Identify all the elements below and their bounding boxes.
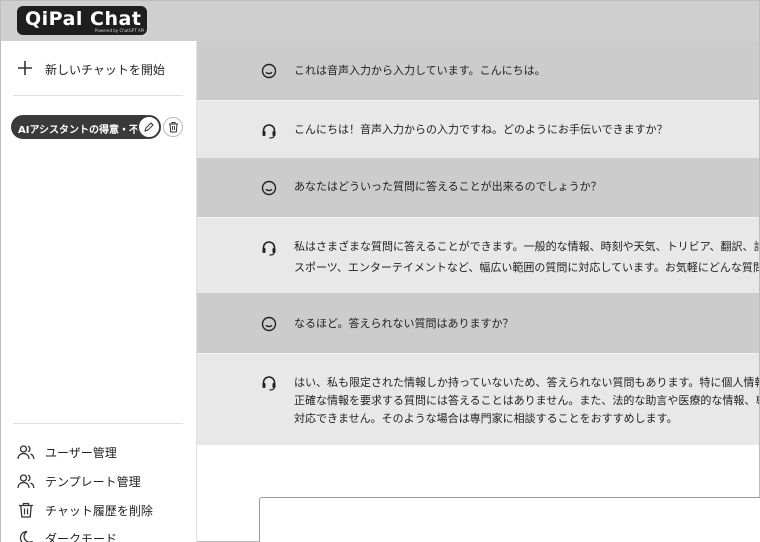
users-icon [17, 445, 35, 460]
moon-icon [19, 530, 34, 542]
logo-text: QiPal Chat [25, 8, 142, 30]
trash-icon [19, 502, 33, 518]
chat-history-item[interactable]: AIアシスタントの得意・不得意 [11, 115, 157, 139]
app-logo[interactable]: QiPal Chat Powered by ChatGPT API [17, 6, 147, 35]
smiley-icon [261, 180, 277, 196]
chat-area: これは音声入力から入力しています。こんにちは。 こんにちは！音声入力からの入力で… [197, 41, 760, 542]
divider [13, 423, 183, 424]
new-chat-label: 新しいチャットを開始 [45, 62, 165, 77]
logo-tagline: Powered by ChatGPT API [95, 28, 145, 33]
menu-item-label: ダークモード [45, 531, 118, 542]
message-assistant: はい、私も限定された情報しか持っていないため、答えられない質問もあります。特に個… [197, 353, 759, 445]
menu-item-delete-history[interactable]: チャット履歴を削除 [17, 499, 153, 521]
message-text: 私はさまざまな質問に答えることができます。一般的な情報、時刻や天気、トリビア、翻… [294, 240, 759, 253]
delete-chat-button[interactable] [163, 117, 183, 137]
headset-icon [262, 376, 276, 391]
menu-item-label: テンプレート管理 [45, 474, 141, 489]
message-text: 対応できません。そのような場合は専門家に相談することをおすすめします。 [294, 412, 678, 425]
menu-item-user-management[interactable]: ユーザー管理 [17, 441, 117, 463]
message-text: スポーツ、エンターテイメントなど、幅広い範囲の質問に対応しています。お気軽にどん… [294, 261, 759, 274]
message-text: これは音声入力から入力しています。こんにちは。 [294, 64, 546, 77]
pencil-icon [144, 122, 154, 132]
message-text: なるほど。答えられない質問はありますか？ [294, 317, 514, 330]
message-assistant: 私はさまざまな質問に答えることができます。一般的な情報、時刻や天気、トリビア、翻… [197, 217, 759, 293]
plus-icon [17, 59, 39, 79]
message-text: あなたはどういった質問に答えることが出来るのでしょうか？ [294, 180, 602, 193]
top-bar: QiPal Chat Powered by ChatGPT API [1, 1, 759, 41]
new-chat-button[interactable]: 新しいチャットを開始 [17, 59, 165, 79]
smiley-icon [261, 316, 277, 332]
smiley-icon [261, 63, 277, 79]
trash-icon [168, 122, 178, 133]
menu-item-label: ユーザー管理 [45, 445, 117, 460]
message-user: あなたはどういった質問に答えることが出来るのでしょうか？ [197, 158, 759, 217]
message-assistant: こんにちは！音声入力からの入力ですね。どのようにお手伝いできますか？ [197, 100, 759, 158]
message-input[interactable] [259, 497, 760, 542]
sidebar: 新しいチャットを開始 AIアシスタントの得意・不得意 ユーザー管理 テンプレート… [1, 41, 197, 542]
users-icon [17, 474, 35, 489]
edit-chat-button[interactable] [137, 115, 161, 139]
message-user: なるほど。答えられない質問はありますか？ [197, 293, 759, 353]
menu-item-dark-mode[interactable]: ダークモード [17, 527, 117, 542]
headset-icon [262, 124, 276, 139]
divider [13, 95, 183, 96]
message-text: こんにちは！音声入力からの入力ですね。どのようにお手伝いできますか？ [294, 123, 668, 136]
menu-item-template-management[interactable]: テンプレート管理 [17, 470, 141, 492]
menu-item-label: チャット履歴を削除 [45, 503, 153, 518]
headset-icon [262, 241, 276, 256]
message-user: これは音声入力から入力しています。こんにちは。 [197, 41, 759, 100]
